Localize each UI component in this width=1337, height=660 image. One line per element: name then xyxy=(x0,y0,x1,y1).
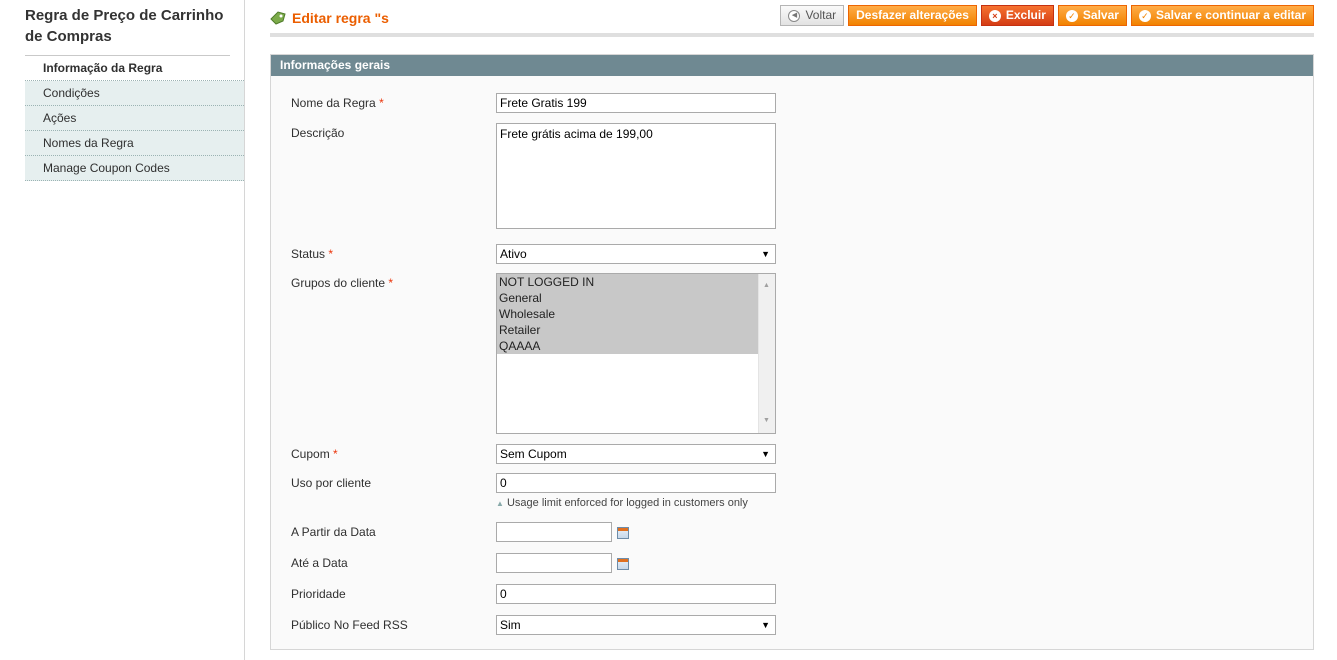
customer-group-option[interactable]: NOT LOGGED IN xyxy=(497,274,758,290)
save-button[interactable]: ✓ Salvar xyxy=(1057,5,1127,26)
save-button-label: Salvar xyxy=(1082,8,1119,22)
delete-button-label: Excluir xyxy=(1005,8,1046,22)
save-and-continue-label: Salvar e continuar a editar xyxy=(1155,8,1306,22)
sidebar: Regra de Preço de Carrinho de Compras In… xyxy=(25,0,245,660)
sidebar-title: Regra de Preço de Carrinho de Compras xyxy=(25,0,230,56)
calendar-icon[interactable] xyxy=(617,527,629,539)
customer-group-option[interactable]: Wholesale xyxy=(497,306,758,322)
dropdown-arrow-icon: ▼ xyxy=(761,449,770,459)
general-information-fieldset: Informações gerais Nome da Regra * Frete… xyxy=(270,54,1314,650)
to-date-label: Até a Data xyxy=(291,556,348,570)
description-label: Descrição xyxy=(291,126,345,140)
rss-label: Público No Feed RSS xyxy=(291,618,408,632)
action-buttons: ◀ Voltar Desfazer alterações × Excluir ✓… xyxy=(780,5,1314,26)
priority-input[interactable]: 0 xyxy=(496,584,776,604)
dropdown-arrow-icon: ▼ xyxy=(761,249,770,259)
rss-select[interactable]: Sim ▼ xyxy=(496,615,776,635)
tab-labels[interactable]: Nomes da Regra xyxy=(25,131,244,156)
rule-name-input[interactable]: Frete Gratis 199 xyxy=(496,93,776,113)
tab-conditions[interactable]: Condições xyxy=(25,81,244,106)
reset-button[interactable]: Desfazer alterações xyxy=(848,5,977,26)
tab-actions[interactable]: Ações xyxy=(25,106,244,131)
coupon-label: Cupom * xyxy=(291,447,338,461)
rss-selected-value: Sim xyxy=(500,618,521,632)
calendar-icon[interactable] xyxy=(617,558,629,570)
multiselect-scrollbar[interactable]: ▲ ▼ xyxy=(758,274,775,433)
description-textarea[interactable]: Frete grátis acima de 199,00 xyxy=(496,123,776,229)
fieldset-legend: Informações gerais xyxy=(271,55,1313,76)
delete-button[interactable]: × Excluir xyxy=(980,5,1054,26)
coupon-selected-value: Sem Cupom xyxy=(500,447,567,461)
coupon-select[interactable]: Sem Cupom ▼ xyxy=(496,444,776,464)
page-title-text: Editar regra "s xyxy=(292,10,389,26)
checkmark-icon: ✓ xyxy=(1065,9,1078,22)
from-date-input[interactable] xyxy=(496,522,612,542)
status-select[interactable]: Ativo ▼ xyxy=(496,244,776,264)
note-arrow-icon: ▲ xyxy=(496,499,504,508)
sidebar-tabs: Informação da Regra Condições Ações Nome… xyxy=(25,56,244,181)
back-arrow-icon: ◀ xyxy=(788,9,801,22)
customer-groups-label: Grupos do cliente * xyxy=(291,276,394,290)
uses-per-customer-label: Uso por cliente xyxy=(291,476,372,490)
promo-rule-icon xyxy=(270,11,286,25)
reset-button-label: Desfazer alterações xyxy=(856,8,969,22)
customer-group-option[interactable]: QAAAA xyxy=(497,338,758,354)
page-title: Editar regra "s xyxy=(270,10,389,26)
tab-rule-information[interactable]: Informação da Regra xyxy=(25,56,244,81)
back-button-label: Voltar xyxy=(805,8,837,22)
dropdown-arrow-icon: ▼ xyxy=(761,620,770,630)
customer-group-option[interactable]: Retailer xyxy=(497,322,758,338)
delete-x-icon: × xyxy=(988,9,1001,22)
checkmark-icon: ✓ xyxy=(1138,9,1151,22)
back-button[interactable]: ◀ Voltar xyxy=(780,5,845,26)
to-date-input[interactable] xyxy=(496,553,612,573)
priority-label: Prioridade xyxy=(291,587,346,601)
uses-per-customer-input[interactable]: 0 xyxy=(496,473,776,493)
from-date-label: A Partir da Data xyxy=(291,525,376,539)
customer-group-option[interactable]: General xyxy=(497,290,758,306)
tab-manage-coupon-codes[interactable]: Manage Coupon Codes xyxy=(25,156,244,181)
customer-groups-multiselect[interactable]: NOT LOGGED IN General Wholesale Retailer… xyxy=(496,273,776,434)
scroll-down-icon[interactable]: ▼ xyxy=(763,412,770,430)
usage-limit-note: ▲ Usage limit enforced for logged in cus… xyxy=(496,497,748,509)
scroll-up-icon[interactable]: ▲ xyxy=(763,277,770,295)
status-selected-value: Ativo xyxy=(500,247,527,261)
status-label: Status * xyxy=(291,247,334,261)
save-and-continue-button[interactable]: ✓ Salvar e continuar a editar xyxy=(1130,5,1314,26)
rule-name-label: Nome da Regra * xyxy=(291,96,384,110)
content-header: Editar regra "s ◀ Voltar Desfazer altera… xyxy=(270,0,1314,37)
